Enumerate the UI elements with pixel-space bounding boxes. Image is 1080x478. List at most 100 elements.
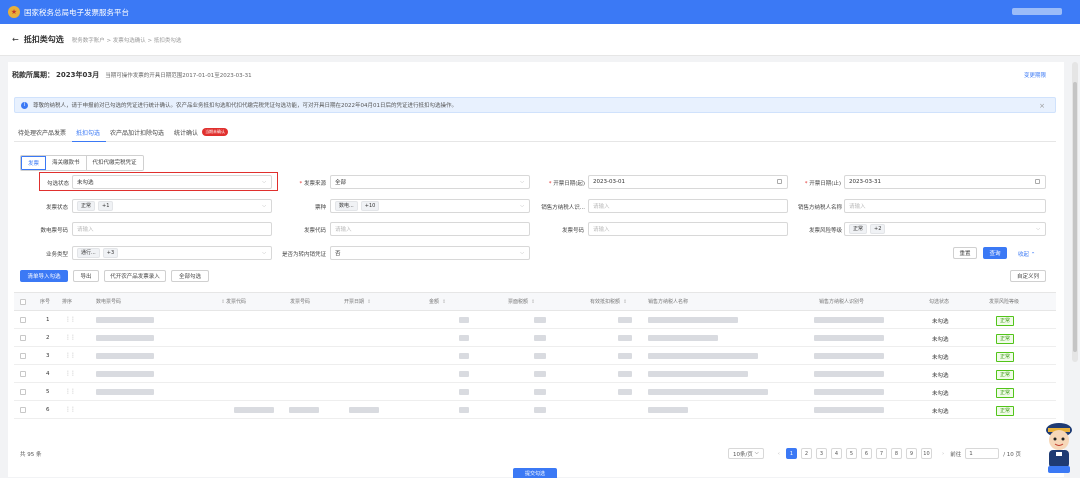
- row-checkbox[interactable]: [20, 317, 26, 323]
- assistant-mascot-icon[interactable]: [1042, 420, 1076, 475]
- tab-stat-confirm[interactable]: 统计确认 当期未确认: [170, 128, 229, 142]
- date-start-input[interactable]: 2023-03-01: [588, 175, 788, 189]
- page-4[interactable]: 4: [830, 448, 842, 459]
- redacted-value: [814, 353, 884, 359]
- select-all-checkbox[interactable]: [20, 299, 26, 305]
- th-amount[interactable]: 金额 ⇕: [429, 298, 446, 305]
- ext-vat-select[interactable]: 否 ⌵: [330, 246, 530, 260]
- th-amount-text: 金额: [429, 299, 440, 305]
- th-digital-no[interactable]: 数电票号码 ⇕: [96, 298, 225, 305]
- row-select-status: 未勾选: [932, 409, 949, 415]
- select-all-button[interactable]: 全部勾选: [171, 270, 209, 282]
- drag-handle-icon[interactable]: ⋮⋮: [65, 370, 76, 377]
- next-page-icon[interactable]: ›: [942, 451, 944, 457]
- reset-button[interactable]: 重置: [953, 247, 977, 259]
- export-button[interactable]: 导出: [73, 270, 99, 282]
- subtab-invoice[interactable]: 发票: [21, 156, 47, 170]
- drag-handle-icon[interactable]: ⋮⋮: [65, 406, 76, 413]
- redacted-value: [96, 317, 154, 323]
- row-checkbox[interactable]: [20, 389, 26, 395]
- agri-import-button[interactable]: 代开农产品发票录入: [104, 270, 166, 282]
- table-row[interactable]: 4 ⋮⋮ 未勾选 正常: [14, 365, 1056, 383]
- table-row[interactable]: 5 ⋮⋮ 未勾选 正常: [14, 383, 1056, 401]
- prev-page-icon[interactable]: ‹: [778, 451, 780, 457]
- redacted-value: [459, 407, 469, 413]
- chevron-down-icon: ⌵: [262, 203, 266, 209]
- sort-icon: ⇕: [442, 299, 447, 305]
- page-2[interactable]: 2: [800, 448, 812, 459]
- redacted-value: [814, 389, 884, 395]
- redacted-value: [349, 407, 379, 413]
- redacted-value: [459, 317, 469, 323]
- th-date[interactable]: 开票日期 ⇕: [344, 298, 371, 305]
- table-row[interactable]: 6 ⋮⋮ 未勾选 正常: [14, 401, 1056, 419]
- biz-type-select[interactable]: 通行... +3 ⌵: [72, 246, 272, 260]
- page-9[interactable]: 9: [905, 448, 917, 459]
- tab-pending-agri[interactable]: 待处理农产品发票: [14, 128, 72, 142]
- goto-page-input[interactable]: 1: [965, 448, 1000, 459]
- invoice-kind-select[interactable]: 数电... +10 ⌵: [330, 199, 530, 213]
- digital-no-input[interactable]: 请输入: [72, 222, 272, 236]
- risk-level-select[interactable]: 正常 +2 ⌵: [844, 222, 1046, 236]
- th-date-text: 开票日期: [344, 299, 365, 305]
- change-period-link[interactable]: 变更期限: [1024, 71, 1046, 79]
- page-size-select[interactable]: 10条/页 ⌵: [728, 448, 764, 459]
- close-icon[interactable]: ×: [1039, 102, 1045, 110]
- page-header: ← 抵扣类勾选 税务数字账户 > 发票勾选确认 > 抵扣类勾选: [0, 24, 1080, 56]
- custom-columns-button[interactable]: 自定义列: [1010, 270, 1046, 282]
- drag-handle-icon[interactable]: ⋮⋮: [65, 316, 76, 323]
- page-1[interactable]: 1: [785, 448, 797, 459]
- drag-handle-icon[interactable]: ⋮⋮: [65, 352, 76, 359]
- invoice-no-label: 发票号码: [561, 228, 584, 234]
- top-bar: ★ 国家税务总局电子发票服务平台: [0, 0, 1080, 24]
- invoice-status-more: +1: [98, 201, 114, 211]
- invoice-kind-more: +10: [360, 201, 380, 211]
- page-6[interactable]: 6: [860, 448, 872, 459]
- invoice-no-input[interactable]: 请输入: [588, 222, 788, 236]
- sub-tabs: 发票 海关缴款书 代扣代缴完税凭证: [20, 155, 144, 171]
- tab-deduction-select[interactable]: 抵扣勾选: [72, 128, 107, 142]
- table-row[interactable]: 3 ⋮⋮ 未勾选 正常: [14, 347, 1056, 365]
- back-arrow-icon[interactable]: ←: [12, 35, 19, 44]
- collapse-toggle[interactable]: 收起 ⌃: [1018, 250, 1035, 258]
- redacted-value: [96, 371, 154, 377]
- row-checkbox[interactable]: [20, 335, 26, 341]
- table-row[interactable]: 1 ⋮⋮ 未勾选 正常: [14, 311, 1056, 329]
- invoice-status-label: 发票状态: [45, 205, 68, 211]
- drag-handle-icon[interactable]: ⋮⋮: [65, 388, 76, 395]
- invoice-status-select[interactable]: 正常 +1 ⌵: [72, 199, 272, 213]
- seller-name-input[interactable]: 请输入: [844, 199, 1046, 213]
- table-row[interactable]: 2 ⋮⋮ 未勾选 正常: [14, 329, 1056, 347]
- user-info[interactable]: [1012, 8, 1062, 15]
- seller-id-input[interactable]: 请输入: [588, 199, 788, 213]
- period-label: 税款所属期：: [12, 71, 54, 79]
- drag-handle-icon[interactable]: ⋮⋮: [65, 334, 76, 341]
- subtab-customs[interactable]: 海关缴款书: [46, 156, 87, 170]
- import-select-button[interactable]: 清单导入勾选: [20, 270, 68, 282]
- chevron-up-icon: ⌃: [1030, 252, 1036, 258]
- page-3[interactable]: 3: [815, 448, 827, 459]
- th-tax[interactable]: 票面税额 ⇕: [508, 298, 535, 305]
- row-checkbox[interactable]: [20, 353, 26, 359]
- subtab-withholding[interactable]: 代扣代缴完税凭证: [86, 156, 143, 170]
- row-checkbox[interactable]: [20, 371, 26, 377]
- th-valid-tax[interactable]: 有效抵扣税额 ⇕: [590, 298, 627, 305]
- invoice-code-input[interactable]: 请输入: [330, 222, 530, 236]
- sort-icon: ⇕: [623, 299, 628, 305]
- redacted-value: [814, 317, 884, 323]
- page-8[interactable]: 8: [890, 448, 902, 459]
- row-checkbox[interactable]: [20, 407, 26, 413]
- page-7[interactable]: 7: [875, 448, 887, 459]
- risk-level-tag: 正常: [849, 224, 868, 234]
- invoice-source-select[interactable]: 全部 ⌵: [330, 175, 530, 189]
- digital-no-label: 数电票号码: [40, 228, 68, 234]
- page-5[interactable]: 5: [845, 448, 857, 459]
- query-button[interactable]: 查询: [983, 247, 1007, 259]
- page-10[interactable]: 10: [920, 448, 932, 459]
- th-select-status: 勾选状态: [929, 299, 950, 305]
- redacted-value: [618, 335, 632, 341]
- redacted-value: [459, 371, 469, 377]
- date-end-input[interactable]: 2023-03-31: [844, 175, 1046, 189]
- scrollbar-thumb[interactable]: [1073, 82, 1077, 352]
- tab-agri-plus[interactable]: 农产品加计扣除勾选: [106, 128, 170, 142]
